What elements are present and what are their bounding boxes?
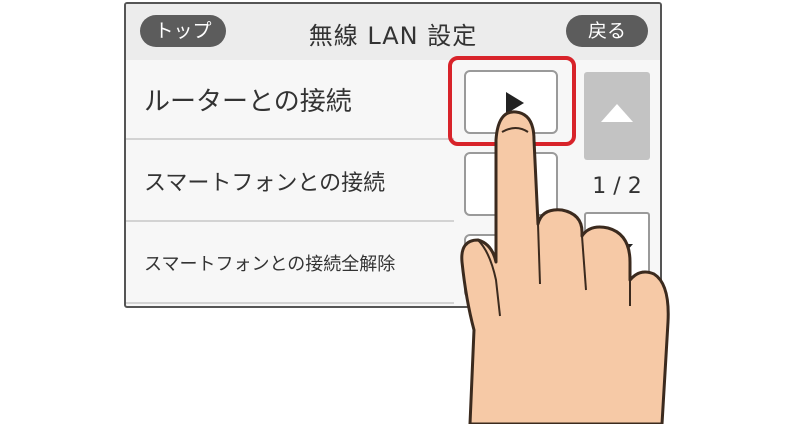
pointing-hand-icon [460,110,670,424]
